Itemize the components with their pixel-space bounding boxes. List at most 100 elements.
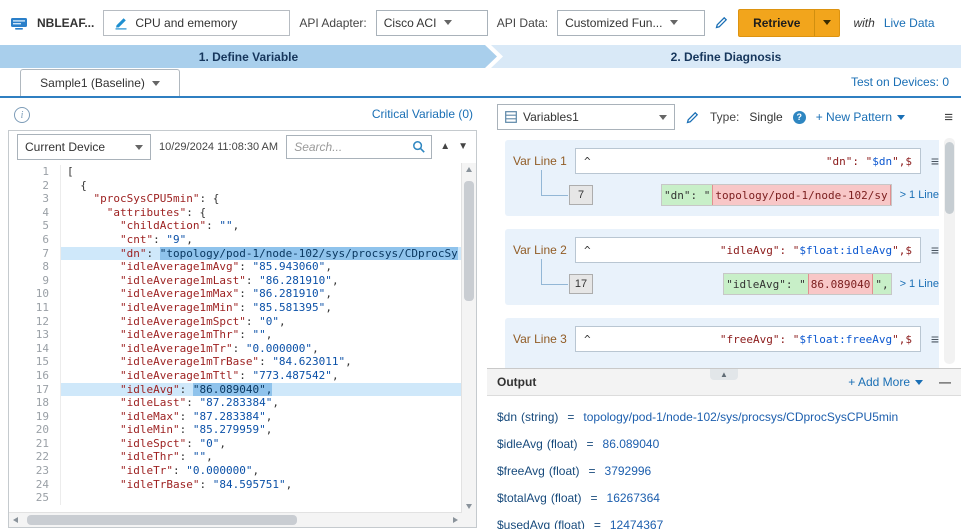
qapp-name-box[interactable]: CPU and ememory — [103, 10, 290, 36]
pattern-input[interactable]: ^ "idleAvg": "$float:idleAvg",$ — [575, 237, 921, 263]
collapse-output-button[interactable]: ▲ — [710, 369, 738, 380]
output-equals: = — [587, 437, 594, 451]
qapp-icon — [114, 16, 128, 30]
variables-select[interactable]: Variables1 — [497, 104, 675, 130]
api-adapter-select[interactable]: Cisco ACI — [376, 10, 488, 36]
api-data-select[interactable]: Customized Fun... — [557, 10, 705, 36]
code-line[interactable]: 22 "idleThr": "", — [9, 450, 462, 464]
chevron-down-icon — [823, 20, 831, 25]
line-number: 23 — [9, 464, 61, 478]
scroll-down-icon[interactable] — [466, 504, 472, 509]
output-equals: = — [591, 491, 598, 505]
pattern-input[interactable]: ^ "dn": "$dn",$ — [575, 148, 921, 174]
code-line[interactable]: 2 { — [9, 179, 462, 193]
code-line[interactable]: 7 "dn": "topology/pod-1/node-102/sys/pro… — [9, 247, 462, 261]
retrieve-dropdown-button[interactable] — [814, 10, 839, 36]
code-line[interactable]: 6 "cnt": "9", — [9, 233, 462, 247]
pattern-menu-icon[interactable]: ≡ — [927, 243, 939, 257]
code-line[interactable]: 18 "idleLast": "87.283384", — [9, 396, 462, 410]
code-line[interactable]: 15 "idleAverage1mTrBase": "84.623011", — [9, 355, 462, 369]
code-line[interactable]: 23 "idleTr": "0.000000", — [9, 464, 462, 478]
pattern-panel: Var Line 1 ^ "dn": "$dn",$ ≡ 7 "dn": "to… — [487, 132, 939, 368]
chevron-down-icon — [670, 20, 678, 25]
line-number: 10 — [9, 287, 61, 301]
code-line[interactable]: 19 "idleMax": "87.283384", — [9, 410, 462, 424]
search-icon[interactable] — [412, 140, 426, 154]
scroll-left-icon[interactable] — [13, 517, 18, 523]
pattern-menu-icon[interactable]: ≡ — [927, 154, 939, 168]
editor-horizontal-scrollbar[interactable] — [9, 512, 462, 527]
sample-panel: Current Device 10/29/2024 11:08:30 AM ▲ … — [8, 130, 477, 528]
prev-match-button[interactable]: ▲ — [440, 142, 450, 152]
scrollbar-thumb[interactable] — [464, 181, 474, 301]
tab-bar: Sample1 (Baseline) Test on Devices: 0 — [0, 68, 961, 98]
output-variable-type: (float) — [554, 518, 585, 529]
code-line[interactable]: 1[ — [9, 165, 462, 179]
pattern-input[interactable]: ^ "freeAvg": "$float:freeAvg",$ — [575, 326, 921, 352]
chevron-down-icon — [897, 115, 905, 120]
expand-match-link[interactable]: > 1 Line — [900, 278, 939, 290]
code-line[interactable]: 16 "idleAverage1mTtl": "773.487542", — [9, 369, 462, 383]
step-define-variable[interactable]: 1. Define Variable — [0, 45, 497, 68]
code-line[interactable]: 21 "idleSpct": "0", — [9, 437, 462, 451]
output-variable-row: $freeAvg (float) = 3792996 — [497, 457, 951, 484]
edit-api-data-icon[interactable] — [714, 15, 729, 30]
search-box[interactable] — [286, 135, 432, 159]
output-variable-name: $freeAvg — [497, 464, 545, 478]
tab-sample1-baseline[interactable]: Sample1 (Baseline) — [20, 69, 180, 96]
test-on-devices-link[interactable]: Test on Devices: 0 — [851, 75, 949, 89]
search-input[interactable] — [292, 139, 412, 155]
live-data-link[interactable]: Live Data — [884, 16, 935, 30]
step-define-diagnosis[interactable]: 2. Define Diagnosis — [491, 45, 961, 68]
qapp-name: CPU and ememory — [135, 16, 237, 30]
scrollbar-thumb[interactable] — [945, 142, 954, 214]
code-line[interactable]: 17 "idleAvg": "86.089040", — [9, 383, 462, 397]
var-line-3-block: Var Line 3 ^ "freeAvg": "$float:freeAvg"… — [505, 318, 939, 368]
retrieve-button[interactable]: Retrieve — [738, 9, 840, 37]
editor-vertical-scrollbar[interactable] — [461, 163, 476, 513]
code-line[interactable]: 5 "childAction": "", — [9, 219, 462, 233]
code-line[interactable]: 14 "idleAverage1mTr": "0.000000", — [9, 342, 462, 356]
expand-match-link[interactable]: > 1 Line — [900, 189, 939, 201]
code-line[interactable]: 25 — [9, 491, 462, 505]
scroll-right-icon[interactable] — [453, 517, 458, 523]
pattern-panel-header: Variables1 Type: Single ? + New Pattern … — [487, 104, 961, 130]
pattern-menu-icon[interactable]: ≡ — [927, 332, 939, 346]
code-line[interactable]: 12 "idleAverage1mSpct": "0", — [9, 315, 462, 329]
code-line[interactable]: 10 "idleAverage1mMax": "86.281910", — [9, 287, 462, 301]
next-match-button[interactable]: ▼ — [458, 142, 468, 152]
code-line[interactable]: 13 "idleAverage1mThr": "", — [9, 328, 462, 342]
scroll-up-icon[interactable] — [466, 167, 472, 172]
pattern-anchor: ^ — [584, 155, 591, 168]
help-icon[interactable]: ? — [793, 111, 806, 124]
code-line[interactable]: 9 "idleAverage1mLast": "86.281910", — [9, 274, 462, 288]
critical-variable-link[interactable]: Critical Variable (0) — [372, 107, 473, 121]
code-line[interactable]: 11 "idleAverage1mMin": "85.581395", — [9, 301, 462, 315]
menu-icon[interactable]: ≡ — [944, 110, 953, 125]
code-line[interactable]: 20 "idleMin": "85.279959", — [9, 423, 462, 437]
pattern-literal: "dn": " — [826, 155, 872, 168]
device-name: NBLEAF... — [37, 16, 94, 30]
scrollbar-corner — [462, 513, 476, 527]
pattern-variable: $float:idleAvg — [799, 244, 892, 257]
device-select[interactable]: Current Device — [17, 134, 151, 160]
minimize-output-button[interactable]: — — [939, 375, 951, 389]
new-pattern-button[interactable]: + New Pattern — [816, 110, 905, 124]
info-icon[interactable]: i — [14, 107, 30, 123]
output-variable-value: 12474367 — [610, 518, 663, 529]
output-body: $dn (string) = topology/pod-1/node-102/s… — [487, 396, 961, 529]
code-line[interactable]: 24 "idleTrBase": "84.595751", — [9, 478, 462, 492]
output-variable-type: (float) — [549, 464, 580, 478]
pattern-scrollbar[interactable] — [944, 138, 955, 364]
code-line[interactable]: 3 "procSysCPU5min": { — [9, 192, 462, 206]
edit-variables-icon[interactable] — [685, 110, 700, 125]
code-line[interactable]: 8 "idleAverage1mAvg": "85.943060", — [9, 260, 462, 274]
line-number: 1 — [9, 165, 61, 179]
step1-label: 1. Define Variable — [199, 50, 298, 64]
add-more-button[interactable]: + Add More — [848, 375, 923, 389]
scrollbar-thumb[interactable] — [27, 515, 297, 525]
connector-line — [541, 170, 568, 196]
var-line-label: Var Line 3 — [513, 332, 569, 346]
output-variable-type: (float) — [551, 491, 582, 505]
code-line[interactable]: 4 "attributes": { — [9, 206, 462, 220]
